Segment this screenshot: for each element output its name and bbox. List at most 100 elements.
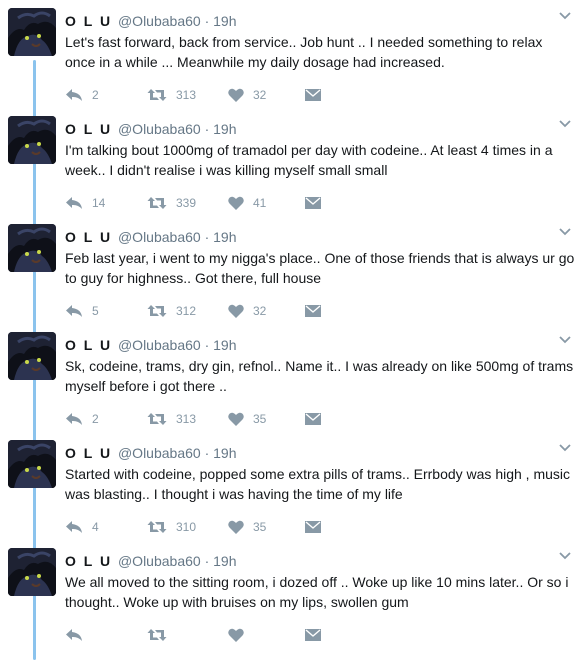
retweet-button[interactable]: 313 xyxy=(147,411,196,427)
reply-button[interactable]: 14 xyxy=(65,195,105,211)
chevron-down-icon[interactable] xyxy=(559,228,571,236)
envelope-icon xyxy=(305,305,321,317)
user-handle[interactable]: @Olubaba60 xyxy=(118,337,201,353)
tweet[interactable]: O L U @Olubaba60 · 19h Let's fast forwar… xyxy=(0,8,585,116)
tweet-header: O L U @Olubaba60 · 19h xyxy=(65,228,237,246)
tweet[interactable]: O L U @Olubaba60 · 19h We all moved to t… xyxy=(0,548,585,656)
heart-icon xyxy=(228,520,244,534)
envelope-icon xyxy=(305,521,321,533)
display-name[interactable]: O L U xyxy=(65,121,112,137)
direct-message-button[interactable] xyxy=(305,411,321,427)
timestamp[interactable]: 19h xyxy=(213,445,236,461)
reply-button[interactable] xyxy=(65,627,92,643)
retweet-button[interactable]: 312 xyxy=(147,303,196,319)
avatar[interactable] xyxy=(8,548,56,596)
display-name[interactable]: O L U xyxy=(65,553,112,569)
tweet-header: O L U @Olubaba60 · 19h xyxy=(65,120,237,138)
user-handle[interactable]: @Olubaba60 xyxy=(118,13,201,29)
avatar[interactable] xyxy=(8,224,56,272)
reply-count: 2 xyxy=(92,88,99,102)
reply-icon xyxy=(66,413,82,425)
tweet[interactable]: O L U @Olubaba60 · 19h Sk, codeine, tram… xyxy=(0,332,585,440)
envelope-icon xyxy=(305,89,321,101)
reply-button[interactable]: 4 xyxy=(65,519,99,535)
retweet-button[interactable]: 339 xyxy=(147,195,196,211)
reply-count: 2 xyxy=(92,412,99,426)
tweet-text: Let's fast forward, back from service.. … xyxy=(65,34,543,70)
like-button[interactable]: 32 xyxy=(228,87,266,103)
display-name[interactable]: O L U xyxy=(65,445,112,461)
tweet-text: Feb last year, i went to my nigga's plac… xyxy=(65,250,575,286)
chevron-down-icon[interactable] xyxy=(559,552,571,560)
tweet[interactable]: O L U @Olubaba60 · 19h I'm talking bout … xyxy=(0,116,585,224)
retweet-icon xyxy=(147,521,167,533)
like-button[interactable] xyxy=(228,627,253,643)
chevron-down-icon[interactable] xyxy=(559,444,571,452)
like-button[interactable]: 41 xyxy=(228,195,266,211)
tweet-text: Started with codeine, popped some extra … xyxy=(65,466,571,502)
user-handle[interactable]: @Olubaba60 xyxy=(118,229,201,245)
reply-button[interactable]: 2 xyxy=(65,87,99,103)
retweet-button[interactable]: 313 xyxy=(147,87,196,103)
reply-icon xyxy=(66,197,82,209)
timestamp[interactable]: 19h xyxy=(213,13,236,29)
separator-dot: · xyxy=(204,13,210,29)
timestamp[interactable]: 19h xyxy=(213,229,236,245)
chevron-down-icon[interactable] xyxy=(559,120,571,128)
reply-button[interactable]: 2 xyxy=(65,411,99,427)
reply-icon xyxy=(66,521,82,533)
like-count: 41 xyxy=(253,196,267,210)
reply-icon xyxy=(66,89,82,101)
retweet-icon xyxy=(147,629,167,641)
tweet-text: We all moved to the sitting room, i doze… xyxy=(65,574,569,610)
user-handle[interactable]: @Olubaba60 xyxy=(118,553,201,569)
tweet[interactable]: O L U @Olubaba60 · 19h Started with code… xyxy=(0,440,585,548)
timestamp[interactable]: 19h xyxy=(213,121,236,137)
tweet-text: Sk, codeine, trams, dry gin, refnol.. Na… xyxy=(65,358,574,394)
reply-icon xyxy=(66,305,82,317)
heart-icon xyxy=(228,196,244,210)
tweet[interactable]: O L U @Olubaba60 · 19h Feb last year, i … xyxy=(0,224,585,332)
retweet-button[interactable]: 310 xyxy=(147,519,196,535)
like-button[interactable]: 35 xyxy=(228,519,266,535)
like-count: 35 xyxy=(253,412,267,426)
chevron-down-icon[interactable] xyxy=(559,12,571,20)
heart-icon xyxy=(228,88,244,102)
reply-count: 4 xyxy=(92,520,99,534)
display-name[interactable]: O L U xyxy=(65,13,112,29)
timestamp[interactable]: 19h xyxy=(213,337,236,353)
retweet-count: 310 xyxy=(176,520,197,534)
avatar[interactable] xyxy=(8,332,56,380)
direct-message-button[interactable] xyxy=(305,627,321,643)
like-button[interactable]: 35 xyxy=(228,411,266,427)
tweet-header: O L U @Olubaba60 · 19h xyxy=(65,552,237,570)
envelope-icon xyxy=(305,629,321,641)
tweet-text: I'm talking bout 1000mg of tramadol per … xyxy=(65,142,553,178)
retweet-button[interactable] xyxy=(147,627,176,643)
user-handle[interactable]: @Olubaba60 xyxy=(118,445,201,461)
reply-icon xyxy=(66,629,82,641)
separator-dot: · xyxy=(204,337,210,353)
direct-message-button[interactable] xyxy=(305,195,321,211)
reply-button[interactable]: 5 xyxy=(65,303,99,319)
chevron-down-icon[interactable] xyxy=(559,336,571,344)
avatar[interactable] xyxy=(8,8,56,56)
retweet-count: 313 xyxy=(176,88,197,102)
retweet-icon xyxy=(147,413,167,425)
direct-message-button[interactable] xyxy=(305,519,321,535)
like-count: 32 xyxy=(253,304,267,318)
separator-dot: · xyxy=(204,229,210,245)
like-button[interactable]: 32 xyxy=(228,303,266,319)
display-name[interactable]: O L U xyxy=(65,337,112,353)
separator-dot: · xyxy=(204,445,210,461)
avatar[interactable] xyxy=(8,116,56,164)
reply-count: 14 xyxy=(92,196,106,210)
retweet-count: 339 xyxy=(176,196,197,210)
retweet-icon xyxy=(147,305,167,317)
timestamp[interactable]: 19h xyxy=(213,553,236,569)
direct-message-button[interactable] xyxy=(305,87,321,103)
direct-message-button[interactable] xyxy=(305,303,321,319)
avatar[interactable] xyxy=(8,440,56,488)
user-handle[interactable]: @Olubaba60 xyxy=(118,121,201,137)
display-name[interactable]: O L U xyxy=(65,229,112,245)
